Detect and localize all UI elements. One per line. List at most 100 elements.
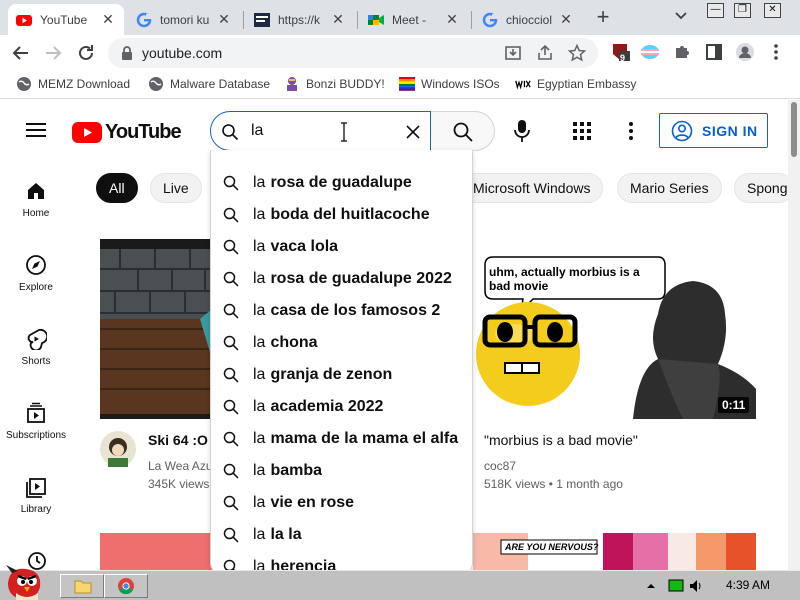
sign-in-button[interactable]: SIGN IN — [659, 113, 768, 148]
tab-google-1[interactable]: tomori ku ✕ — [128, 4, 240, 35]
suggestion-item[interactable]: la rosa de guadalupe 2022 — [211, 263, 472, 295]
bookmark-bonzi-buddy[interactable]: Bonzi BUDDY! — [284, 76, 385, 92]
suggestion-item[interactable]: la mama de la mama el alfa — [211, 423, 472, 455]
microphone-icon[interactable] — [510, 118, 534, 144]
tab-meet[interactable]: Meet - ✕ — [360, 4, 468, 35]
suggestion-item[interactable]: la la la — [211, 519, 472, 551]
video-channel[interactable]: coc87 — [484, 459, 516, 473]
close-tab-icon[interactable]: ✕ — [100, 11, 116, 28]
taskbar-explorer-button[interactable] — [60, 574, 104, 598]
chevron-down-icon[interactable] — [674, 9, 688, 23]
lock-icon[interactable] — [120, 45, 134, 61]
suggestion-item[interactable]: la boda del huitlacoche — [211, 199, 472, 231]
settings-dots-icon[interactable] — [624, 121, 638, 141]
extensions-puzzle-icon[interactable] — [672, 42, 692, 62]
taskbar-clock[interactable]: 4:39 AM — [726, 578, 770, 592]
sidebar-item-shorts[interactable]: Shorts — [0, 328, 72, 367]
bookmark-memz[interactable]: MEMZ Download — [16, 76, 130, 92]
sidebar-item-library[interactable]: Library — [0, 476, 72, 515]
suggestion-item[interactable]: la chona — [211, 327, 472, 359]
suggestion-item[interactable]: la vaca lola — [211, 231, 472, 263]
video-thumbnail-next-2[interactable]: ARE YOU NERVOUS? — [473, 533, 756, 570]
hamburger-menu-icon[interactable] — [26, 122, 46, 138]
video-thumbnail-ski64[interactable] — [100, 239, 212, 419]
close-tab-icon[interactable]: ✕ — [444, 11, 460, 28]
extension-badge-count: 9 — [620, 53, 626, 63]
search-input[interactable]: la — [210, 111, 431, 151]
chip-spongebob[interactable]: Spong — [734, 173, 794, 203]
suggestion-item[interactable]: la vie en rose — [211, 487, 472, 519]
profile-avatar-icon[interactable] — [735, 42, 755, 62]
restore-button[interactable]: ❐ — [727, 0, 757, 20]
suggestion-item[interactable]: la academia 2022 — [211, 391, 472, 423]
volume-icon[interactable] — [688, 578, 704, 594]
tab-site[interactable]: https://k ✕ — [246, 4, 354, 35]
tab-separator — [471, 11, 472, 29]
video-thumbnail-morbius[interactable]: uhm, actually morbius is a bad movie 0:1… — [473, 239, 756, 419]
scrollbar-thumb[interactable] — [791, 102, 797, 157]
close-tab-icon[interactable]: ✕ — [216, 11, 232, 28]
close-tab-icon[interactable]: ✕ — [330, 11, 346, 28]
chip-microsoft-windows[interactable]: Microsoft Windows — [460, 173, 604, 203]
video-title[interactable]: Ski 64 :O — [148, 432, 208, 448]
sidebar-item-subscriptions[interactable]: Subscriptions — [0, 402, 72, 441]
bookmark-egyptian-embassy[interactable]: Egyptian Embassy — [515, 76, 636, 92]
sidebar-label: Library — [20, 504, 52, 515]
tab-youtube[interactable]: YouTube ✕ — [8, 4, 124, 35]
video-thumbnail-next-1[interactable] — [100, 533, 212, 570]
install-app-icon[interactable] — [504, 44, 522, 62]
sidebar-item-explore[interactable]: Explore — [0, 254, 72, 293]
minimize-icon: — — [707, 3, 724, 18]
share-icon[interactable] — [536, 44, 554, 62]
close-tab-icon[interactable]: ✕ — [558, 11, 574, 28]
kebab-menu-icon[interactable] — [766, 42, 786, 62]
page-scrollbar[interactable] — [788, 100, 800, 570]
channel-avatar[interactable] — [100, 431, 136, 467]
search-button[interactable] — [431, 111, 495, 151]
bookmark-label: MEMZ Download — [38, 77, 131, 91]
shorts-icon — [27, 328, 47, 350]
apps-grid-icon[interactable] — [572, 121, 592, 141]
reload-icon[interactable] — [75, 42, 97, 64]
chip-live[interactable]: Live — [150, 173, 202, 203]
start-menu-icon[interactable] — [2, 563, 46, 600]
sidebar-item-home[interactable]: Home — [0, 180, 72, 219]
video-title[interactable]: "morbius is a bad movie" — [484, 432, 638, 448]
new-tab-button[interactable]: + — [593, 6, 613, 28]
minimize-button[interactable]: — — [700, 0, 730, 20]
forward-arrow-icon[interactable] — [42, 42, 64, 64]
youtube-logo[interactable]: YouTube — [72, 121, 182, 144]
suggestion-prefix: la — [253, 366, 266, 383]
search-query: la — [251, 122, 264, 139]
suggestion-item[interactable]: la rosa de guadalupe — [211, 167, 472, 199]
suggestion-item[interactable]: la casa de los famosos 2 — [211, 295, 472, 327]
bookmark-malware-database[interactable]: Malware Database — [148, 76, 270, 92]
taskbar-chrome-button[interactable] — [104, 574, 148, 598]
side-panel-icon[interactable] — [704, 42, 724, 62]
bookmark-windows-isos[interactable]: Windows ISOs — [399, 76, 500, 92]
windows-flag-icon — [399, 77, 415, 91]
suggestion-item[interactable]: la granja de zenon — [211, 359, 472, 391]
google-icon — [136, 12, 152, 27]
sidebar-label: Explore — [19, 282, 53, 293]
clear-search-icon[interactable] — [403, 122, 423, 142]
address-bar[interactable]: youtube.com — [108, 38, 598, 68]
sidebar-label: Home — [22, 208, 50, 219]
ski64-thumbnail-image — [100, 249, 212, 414]
suggestion-prefix: la — [253, 398, 266, 415]
suggestion-item[interactable]: la bamba — [211, 455, 472, 487]
os-taskbar: 4:39 AM — [0, 565, 800, 600]
video-channel[interactable]: La Wea Azu — [148, 459, 210, 473]
back-arrow-icon[interactable] — [10, 42, 32, 64]
chip-mario-series[interactable]: Mario Series — [617, 173, 722, 203]
bookmark-star-icon[interactable] — [568, 44, 586, 62]
pride-flag-icon[interactable] — [640, 42, 660, 62]
sidebar-label: Subscriptions — [5, 430, 67, 441]
suggestion-prefix: la — [253, 334, 266, 351]
close-window-button[interactable]: ✕ — [757, 0, 787, 20]
chip-all[interactable]: All — [96, 173, 138, 203]
tab-google-2[interactable]: chiocciol ✕ — [474, 4, 582, 35]
search-icon — [223, 207, 239, 223]
network-icon[interactable] — [668, 579, 684, 593]
tray-expand-icon[interactable] — [645, 580, 657, 592]
